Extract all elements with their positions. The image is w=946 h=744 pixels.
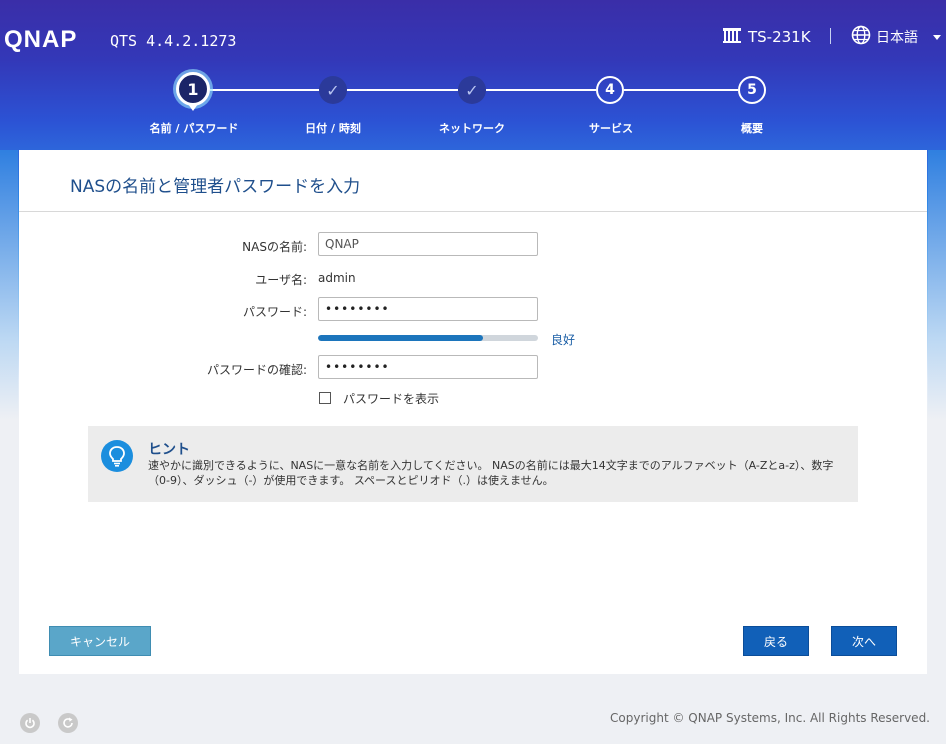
header-divider: [830, 28, 831, 44]
confirm-password-input[interactable]: ••••••••: [318, 355, 538, 379]
language-label: 日本語: [876, 30, 918, 46]
cancel-button[interactable]: キャンセル: [49, 626, 151, 656]
show-password-label[interactable]: パスワードを表示: [343, 390, 439, 407]
firmware-version: QTS 4.4.2.1273: [110, 32, 237, 50]
wizard-panel: NASの名前と管理者パスワードを入力 NASの名前: QNAP ユーザ名: ad…: [19, 150, 927, 674]
nas-name-label: NASの名前:: [242, 240, 307, 254]
password-input[interactable]: ••••••••: [318, 297, 538, 321]
next-button[interactable]: 次へ: [831, 626, 897, 656]
step-3-indicator: ✓: [458, 76, 486, 104]
password-strength-text: 良好: [551, 333, 576, 347]
step-number: 4: [605, 82, 615, 98]
restart-icon[interactable]: [58, 713, 78, 733]
step-label-network: ネットワーク: [439, 122, 505, 135]
step-label-date-time: 日付 / 時刻: [305, 122, 361, 135]
lightbulb-icon: [101, 440, 133, 472]
copyright-text: Copyright © QNAP Systems, Inc. All Right…: [610, 711, 930, 725]
username-value: admin: [318, 271, 356, 285]
back-button[interactable]: 戻る: [743, 626, 809, 656]
device-info: TS-231K: [722, 26, 811, 48]
hint-title: ヒント: [148, 442, 190, 458]
username-label: ユーザ名:: [255, 273, 307, 287]
hint-text: 速やかに識別できるように、NASに一意な名前を入力してください。 NASの名前に…: [148, 459, 834, 487]
globe-icon: [851, 25, 871, 49]
confirm-password-label: パスワードの確認:: [206, 363, 307, 377]
stepper-connector: [624, 89, 738, 91]
password-strength-fill: [318, 335, 483, 341]
stepper-connector: [210, 89, 320, 91]
page-title: NASの名前と管理者パスワードを入力: [70, 177, 361, 197]
step-pointer: [188, 104, 198, 111]
step-4-indicator: 4: [596, 76, 624, 104]
stepper-connector: [486, 89, 596, 91]
check-icon: ✓: [326, 80, 340, 100]
nas-name-input[interactable]: QNAP: [318, 232, 538, 256]
step-number: 5: [747, 82, 757, 98]
title-divider: [19, 211, 927, 212]
step-label-name-password: 名前 / パスワード: [149, 122, 239, 135]
stepper-connector: [346, 89, 458, 91]
step-5-indicator: 5: [738, 76, 766, 104]
password-label: パスワード:: [242, 305, 307, 319]
show-password-checkbox[interactable]: [319, 392, 331, 404]
hint-box: ヒント 速やかに識別できるように、NASに一意な名前を入力してください。 NAS…: [88, 426, 858, 502]
language-selector[interactable]: 日本語: [851, 25, 941, 49]
check-icon: ✓: [465, 80, 479, 100]
step-1-indicator: 1: [176, 72, 210, 106]
step-label-summary: 概要: [741, 122, 763, 135]
background-side-right: [928, 150, 946, 420]
step-label-services: サービス: [589, 122, 633, 135]
qnap-logo: QNAP: [4, 26, 78, 53]
device-name: TS-231K: [748, 28, 811, 46]
power-icon[interactable]: [20, 713, 40, 733]
chevron-down-icon: [933, 34, 941, 40]
background-side-left: [0, 150, 18, 420]
step-number: 1: [187, 79, 199, 99]
step-2-indicator: ✓: [319, 76, 347, 104]
nas-device-icon: [722, 26, 742, 48]
password-strength-bar: [318, 335, 538, 341]
